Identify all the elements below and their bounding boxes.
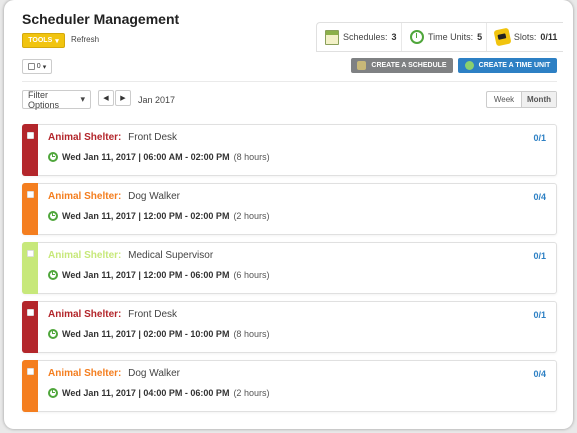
clock-icon (48, 329, 58, 339)
clock-icon (464, 61, 474, 70)
slots-value: 0/11 (540, 32, 558, 42)
schedules-label: Schedules: (343, 32, 388, 42)
entry-datetime: Wed Jan 11, 2017 | 06:00 AM - 02:00 PM (62, 152, 230, 162)
select-all-checkbox[interactable] (27, 63, 35, 70)
entry-checkbox[interactable] (27, 132, 34, 139)
clock-icon (48, 152, 58, 162)
view-month-button[interactable]: Month (521, 92, 556, 107)
time-units-label: Time Units: (427, 32, 474, 42)
entry-slot-count[interactable]: 0/4 (533, 192, 546, 202)
prev-month-button[interactable]: ◀ (98, 90, 114, 106)
page-title: Scheduler Management (22, 11, 180, 27)
calendar-icon (357, 61, 367, 70)
entry-duration: (8 hours) (233, 152, 270, 162)
entry-checkbox[interactable] (27, 309, 34, 316)
entry-checkbox[interactable] (27, 191, 34, 198)
entry-datetime: Wed Jan 11, 2017 | 12:00 PM - 02:00 PM (62, 211, 230, 221)
entry-duration: (6 hours) (233, 270, 270, 280)
schedule-entry[interactable]: Animal Shelter: Dog Walker Wed Jan 11, 2… (22, 183, 557, 235)
schedule-entry[interactable]: Animal Shelter: Front Desk Wed Jan 11, 2… (22, 301, 557, 353)
arrow-left-icon: ◀ (103, 95, 109, 102)
slot-badge-icon (493, 27, 512, 47)
entry-slot-count[interactable]: 0/4 (533, 369, 546, 379)
entry-datetime: Wed Jan 11, 2017 | 12:00 PM - 06:00 PM (62, 270, 230, 280)
tools-dropdown-button[interactable]: TOOLS ▾ (22, 33, 65, 48)
entry-role: Front Desk (128, 132, 178, 143)
tools-label: TOOLS (28, 37, 53, 44)
entry-duration: (8 hours) (233, 329, 270, 339)
entry-duration: (2 hours) (233, 388, 270, 398)
entry-checkbox[interactable] (27, 250, 34, 257)
entry-checkbox[interactable] (27, 368, 34, 375)
stats-panel: Schedules: 3 Time Units: 5 Slots: 0/11 (316, 22, 563, 52)
next-month-button[interactable]: ▶ (115, 90, 131, 106)
view-toggle: Week Month (486, 91, 557, 108)
divider (22, 81, 557, 82)
filter-label: Filter Options (28, 89, 60, 110)
entry-time: Wed Jan 11, 2017 | 06:00 AM - 02:00 PM (… (48, 152, 270, 162)
entry-datetime: Wed Jan 11, 2017 | 04:00 PM - 06:00 PM (62, 388, 230, 398)
view-week-button[interactable]: Week (487, 92, 521, 107)
clock-icon (48, 211, 58, 221)
entry-org: Animal Shelter: (48, 309, 122, 320)
chevron-down-icon: ▾ (80, 94, 85, 104)
schedule-entry[interactable]: Animal Shelter: Dog Walker Wed Jan 11, 2… (22, 360, 557, 412)
entry-org: Animal Shelter: (48, 132, 122, 143)
slots-stat: Slots: 0/11 (487, 23, 563, 51)
create-schedule-label: CREATE A SCHEDULE (371, 62, 447, 69)
entry-org: Animal Shelter: (48, 368, 122, 379)
schedules-value: 3 (391, 32, 397, 42)
entry-duration: (2 hours) (233, 211, 270, 221)
chevron-down-icon: ▾ (42, 63, 47, 71)
calendar-icon (325, 29, 339, 45)
entry-slot-count[interactable]: 0/1 (533, 310, 546, 320)
chevron-down-icon: ▾ (55, 37, 59, 45)
schedule-entry[interactable]: Animal Shelter: Front Desk Wed Jan 11, 2… (22, 124, 557, 176)
bulk-select-dropdown[interactable]: 0 ▾ (22, 59, 52, 74)
entry-datetime: Wed Jan 11, 2017 | 02:00 PM - 10:00 PM (62, 329, 230, 339)
entry-role: Dog Walker (128, 368, 181, 379)
time-units-stat: Time Units: 5 (402, 23, 486, 51)
schedule-entry[interactable]: Animal Shelter: Medical Supervisor Wed J… (22, 242, 557, 294)
entry-time: Wed Jan 11, 2017 | 02:00 PM - 10:00 PM (… (48, 329, 269, 339)
create-time-unit-button[interactable]: CREATE A TIME UNIT (458, 58, 557, 73)
slots-label: Slots: (513, 32, 537, 42)
entry-role: Dog Walker (128, 191, 181, 202)
entry-slot-count[interactable]: 0/1 (533, 251, 546, 261)
arrow-right-icon: ▶ (120, 95, 126, 102)
create-schedule-button[interactable]: CREATE A SCHEDULE (351, 58, 453, 73)
entry-time: Wed Jan 11, 2017 | 04:00 PM - 06:00 PM (… (48, 388, 269, 398)
entry-role: Medical Supervisor (128, 250, 214, 261)
clock-icon (48, 270, 58, 280)
schedules-stat: Schedules: 3 (317, 23, 401, 51)
entry-org: Animal Shelter: (48, 191, 122, 202)
refresh-link[interactable]: Refresh (71, 35, 99, 44)
entry-slot-count[interactable]: 0/1 (533, 133, 546, 143)
entry-role: Front Desk (128, 309, 178, 320)
filter-options-dropdown[interactable]: Filter Options ▾ (22, 89, 91, 110)
entry-title: Animal Shelter: Dog Walker (48, 191, 180, 202)
clock-icon (409, 30, 424, 44)
create-time-unit-label: CREATE A TIME UNIT (478, 62, 551, 69)
entry-title: Animal Shelter: Front Desk (48, 132, 177, 143)
selected-count: 0 (36, 63, 41, 70)
entry-time: Wed Jan 11, 2017 | 12:00 PM - 02:00 PM (… (48, 211, 269, 221)
entry-title: Animal Shelter: Medical Supervisor (48, 250, 213, 261)
entry-title: Animal Shelter: Front Desk (48, 309, 177, 320)
scheduler-window: Scheduler Management TOOLS ▾ Refresh Sch… (4, 0, 573, 429)
clock-icon (48, 388, 58, 398)
time-units-value: 5 (477, 32, 483, 42)
entry-time: Wed Jan 11, 2017 | 12:00 PM - 06:00 PM (… (48, 270, 269, 280)
entry-org: Animal Shelter: (48, 250, 122, 261)
current-period-label: Jan 2017 (138, 95, 176, 105)
entry-title: Animal Shelter: Dog Walker (48, 368, 180, 379)
